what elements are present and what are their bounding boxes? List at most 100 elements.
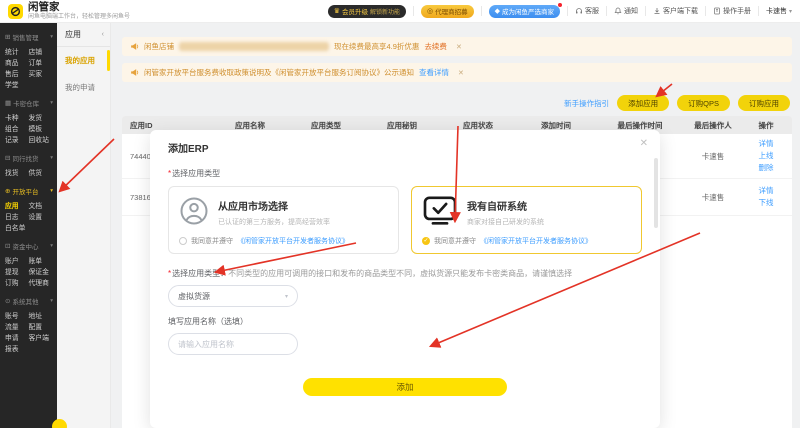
card-desc: 已认证的第三方服务，提高经营效率 bbox=[218, 217, 330, 227]
seller-badge[interactable]: ◆ 成为闲鱼严选商家 bbox=[489, 5, 560, 18]
sidebar-item[interactable]: 账号 bbox=[5, 310, 29, 320]
sidebar-item[interactable]: 保证金 bbox=[29, 266, 53, 276]
app-window: 闲管家 闲鱼电脑端工作台，轻松管理多闲鱼号 ♛ 会员升级 解锁新功能 ◎ 代理商… bbox=[0, 0, 800, 428]
secondary-sidebar-title: 应用 bbox=[65, 29, 81, 40]
sidebar-item[interactable]: 白名单 bbox=[5, 222, 29, 232]
section-title: 同行找货 bbox=[12, 153, 38, 163]
detail-link[interactable]: 详情 bbox=[742, 185, 790, 197]
top-header: 闲管家 闲鱼电脑端工作台，轻松管理多闲鱼号 ♛ 会员升级 解锁新功能 ◎ 代理商… bbox=[0, 0, 800, 23]
sidebar-item[interactable]: 配置 bbox=[29, 321, 53, 331]
view-details-link[interactable]: 查看详情 bbox=[419, 67, 449, 78]
sidebar-item[interactable]: 卡种 bbox=[5, 112, 29, 122]
secondary-sidebar-header[interactable]: 应用 ‹ bbox=[57, 22, 110, 47]
sidebar-section-open-platform[interactable]: ⊕ 开放平台 ▾ bbox=[0, 184, 57, 199]
sidebar-item-my-apps[interactable]: 我的应用 bbox=[57, 47, 110, 74]
card-self-developed[interactable]: 我有自研系统 商家对接自己研发的系统 ✓ 我同意并遵守 《闲管家开放平台开发者服… bbox=[411, 186, 642, 254]
col-header: 应用ID bbox=[122, 120, 212, 131]
sidebar-section-cards[interactable]: ▦ 卡密仓库 ▾ bbox=[0, 96, 57, 111]
sidebar-item[interactable]: 文档 bbox=[29, 200, 53, 210]
card-title: 我有自研系统 bbox=[467, 198, 544, 213]
sidebar-item[interactable]: 客户端 bbox=[29, 332, 53, 342]
sidebar-item[interactable]: 店铺 bbox=[29, 46, 53, 56]
agreement-link[interactable]: 《闲管家开放平台开发者服务协议》 bbox=[480, 236, 592, 246]
sidebar-item[interactable]: 订购 bbox=[5, 277, 29, 287]
close-icon[interactable]: ✕ bbox=[640, 138, 648, 149]
nav-notifications[interactable]: 通知 bbox=[614, 6, 638, 16]
col-header: 应用名称 bbox=[212, 120, 288, 131]
agreement-option[interactable]: 我同意并遵守 《闲管家开放平台开发者服务协议》 bbox=[179, 236, 388, 246]
sidebar-item-my-requests[interactable]: 我的申请 bbox=[57, 74, 110, 101]
close-icon[interactable]: ✕ bbox=[458, 69, 464, 77]
renew-link[interactable]: 去续费 bbox=[424, 41, 447, 52]
sidebar-item[interactable]: 日志 bbox=[5, 211, 29, 221]
item-label: 我的申请 bbox=[65, 83, 95, 92]
notice-bar-renewal: 闲鱼店铺 现在续费最高享4.9折优惠 去续费 ✕ bbox=[122, 37, 792, 56]
notification-dot bbox=[558, 3, 562, 7]
agree-text: 我同意并遵守 bbox=[191, 236, 233, 246]
sidebar-item[interactable]: 统计 bbox=[5, 46, 29, 56]
app-category-select[interactable]: 虚拟货源 ▾ bbox=[168, 285, 298, 307]
sidebar-section-sales[interactable]: ⊞ 销售管理 ▾ bbox=[0, 30, 57, 45]
sidebar-item[interactable]: 地址 bbox=[29, 310, 53, 320]
col-header: 应用秘钥 bbox=[364, 120, 440, 131]
add-app-button[interactable]: 添加应用 bbox=[617, 95, 669, 111]
agent-recruit-label: 代理商招募 bbox=[435, 6, 468, 16]
sidebar-section-funds[interactable]: ⊡ 资金中心 ▾ bbox=[0, 239, 57, 254]
submit-add-button[interactable]: 添加 bbox=[303, 378, 507, 396]
sidebar-item[interactable]: 提现 bbox=[5, 266, 29, 276]
sidebar-item[interactable]: 订单 bbox=[29, 57, 53, 67]
sidebar-item[interactable]: 回收站 bbox=[29, 134, 53, 144]
nav-customer-service[interactable]: 客服 bbox=[575, 6, 599, 16]
detail-link[interactable]: 详情 bbox=[742, 138, 790, 150]
online-link[interactable]: 上线 bbox=[742, 150, 790, 162]
buy-qps-button[interactable]: 订购QPS bbox=[677, 95, 730, 111]
radio-unchecked-icon[interactable] bbox=[179, 237, 187, 245]
notice-bar-policy: 闲管家开放平台服务费收取政策说明及《闲管家开放平台服务订阅协议》公示通知 查看详… bbox=[122, 63, 792, 82]
close-icon[interactable]: ✕ bbox=[456, 43, 462, 51]
nav-client-download[interactable]: 客户端下载 bbox=[653, 6, 698, 16]
agent-recruit-badge[interactable]: ◎ 代理商招募 bbox=[421, 5, 474, 18]
sidebar-item[interactable]: 组合 bbox=[5, 123, 29, 133]
sidebar-item[interactable]: 找货 bbox=[5, 167, 29, 177]
divider bbox=[758, 6, 759, 16]
card-app-market[interactable]: 从应用市场选择 已认证的第三方服务，提高经营效率 我同意并遵守 《闲管家开放平台… bbox=[168, 186, 399, 254]
buy-app-button[interactable]: 订购应用 bbox=[738, 95, 790, 111]
sidebar-item[interactable]: 供货 bbox=[29, 167, 53, 177]
member-upgrade-label: 会员升级 bbox=[342, 6, 368, 16]
modal-scrollbar[interactable] bbox=[654, 158, 658, 228]
sidebar-item[interactable]: 商品 bbox=[5, 57, 29, 67]
sidebar-item[interactable]: 学堂 bbox=[5, 79, 29, 89]
sidebar-item[interactable]: 报表 bbox=[5, 343, 29, 353]
delete-link[interactable]: 删除 bbox=[742, 162, 790, 174]
beginner-guide-link[interactable]: 新手操作指引 bbox=[564, 98, 609, 109]
nav-manual[interactable]: 操作手册 bbox=[713, 6, 751, 16]
divider bbox=[606, 6, 607, 16]
sidebar-item[interactable]: 发货 bbox=[29, 112, 53, 122]
app-name-input[interactable] bbox=[168, 333, 298, 355]
sidebar-item[interactable]: 模板 bbox=[29, 123, 53, 133]
chevron-down-icon: ▾ bbox=[50, 100, 53, 106]
sidebar-item[interactable]: 设置 bbox=[29, 211, 53, 221]
store-name-redacted bbox=[179, 42, 329, 51]
chevron-down-icon: ▾ bbox=[285, 293, 288, 300]
offline-link[interactable]: 下线 bbox=[742, 197, 790, 209]
sidebar-item[interactable]: 申请 bbox=[5, 332, 29, 342]
sidebar-item[interactable]: 账单 bbox=[29, 255, 53, 265]
sidebar-item-apps-active[interactable]: 应用 bbox=[5, 200, 29, 210]
sidebar-item[interactable]: 代理商 bbox=[29, 277, 53, 287]
agreement-option-selected[interactable]: ✓ 我同意并遵守 《闲管家开放平台开发者服务协议》 bbox=[422, 236, 631, 246]
sidebar-item[interactable]: 买家 bbox=[29, 68, 53, 78]
col-header: 添加时间 bbox=[516, 120, 596, 131]
floating-helper-button[interactable] bbox=[52, 419, 67, 428]
sidebar-section-peers[interactable]: ⊟ 同行找货 ▾ bbox=[0, 151, 57, 166]
member-upgrade-badge[interactable]: ♛ 会员升级 解锁新功能 bbox=[328, 5, 406, 18]
sidebar-item[interactable]: 记录 bbox=[5, 134, 29, 144]
sidebar-section-system[interactable]: ⊙ 系统其他 ▾ bbox=[0, 294, 57, 309]
sidebar-item[interactable]: 流量 bbox=[5, 321, 29, 331]
agreement-link[interactable]: 《闲管家开放平台开发者服务协议》 bbox=[237, 236, 349, 246]
user-menu[interactable]: 卡速售 ▾ bbox=[766, 6, 792, 16]
radio-checked-icon[interactable]: ✓ bbox=[422, 237, 430, 245]
sidebar-item[interactable]: 账户 bbox=[5, 255, 29, 265]
sidebar-item[interactable]: 售后 bbox=[5, 68, 29, 78]
monitor-check-icon bbox=[422, 196, 458, 226]
